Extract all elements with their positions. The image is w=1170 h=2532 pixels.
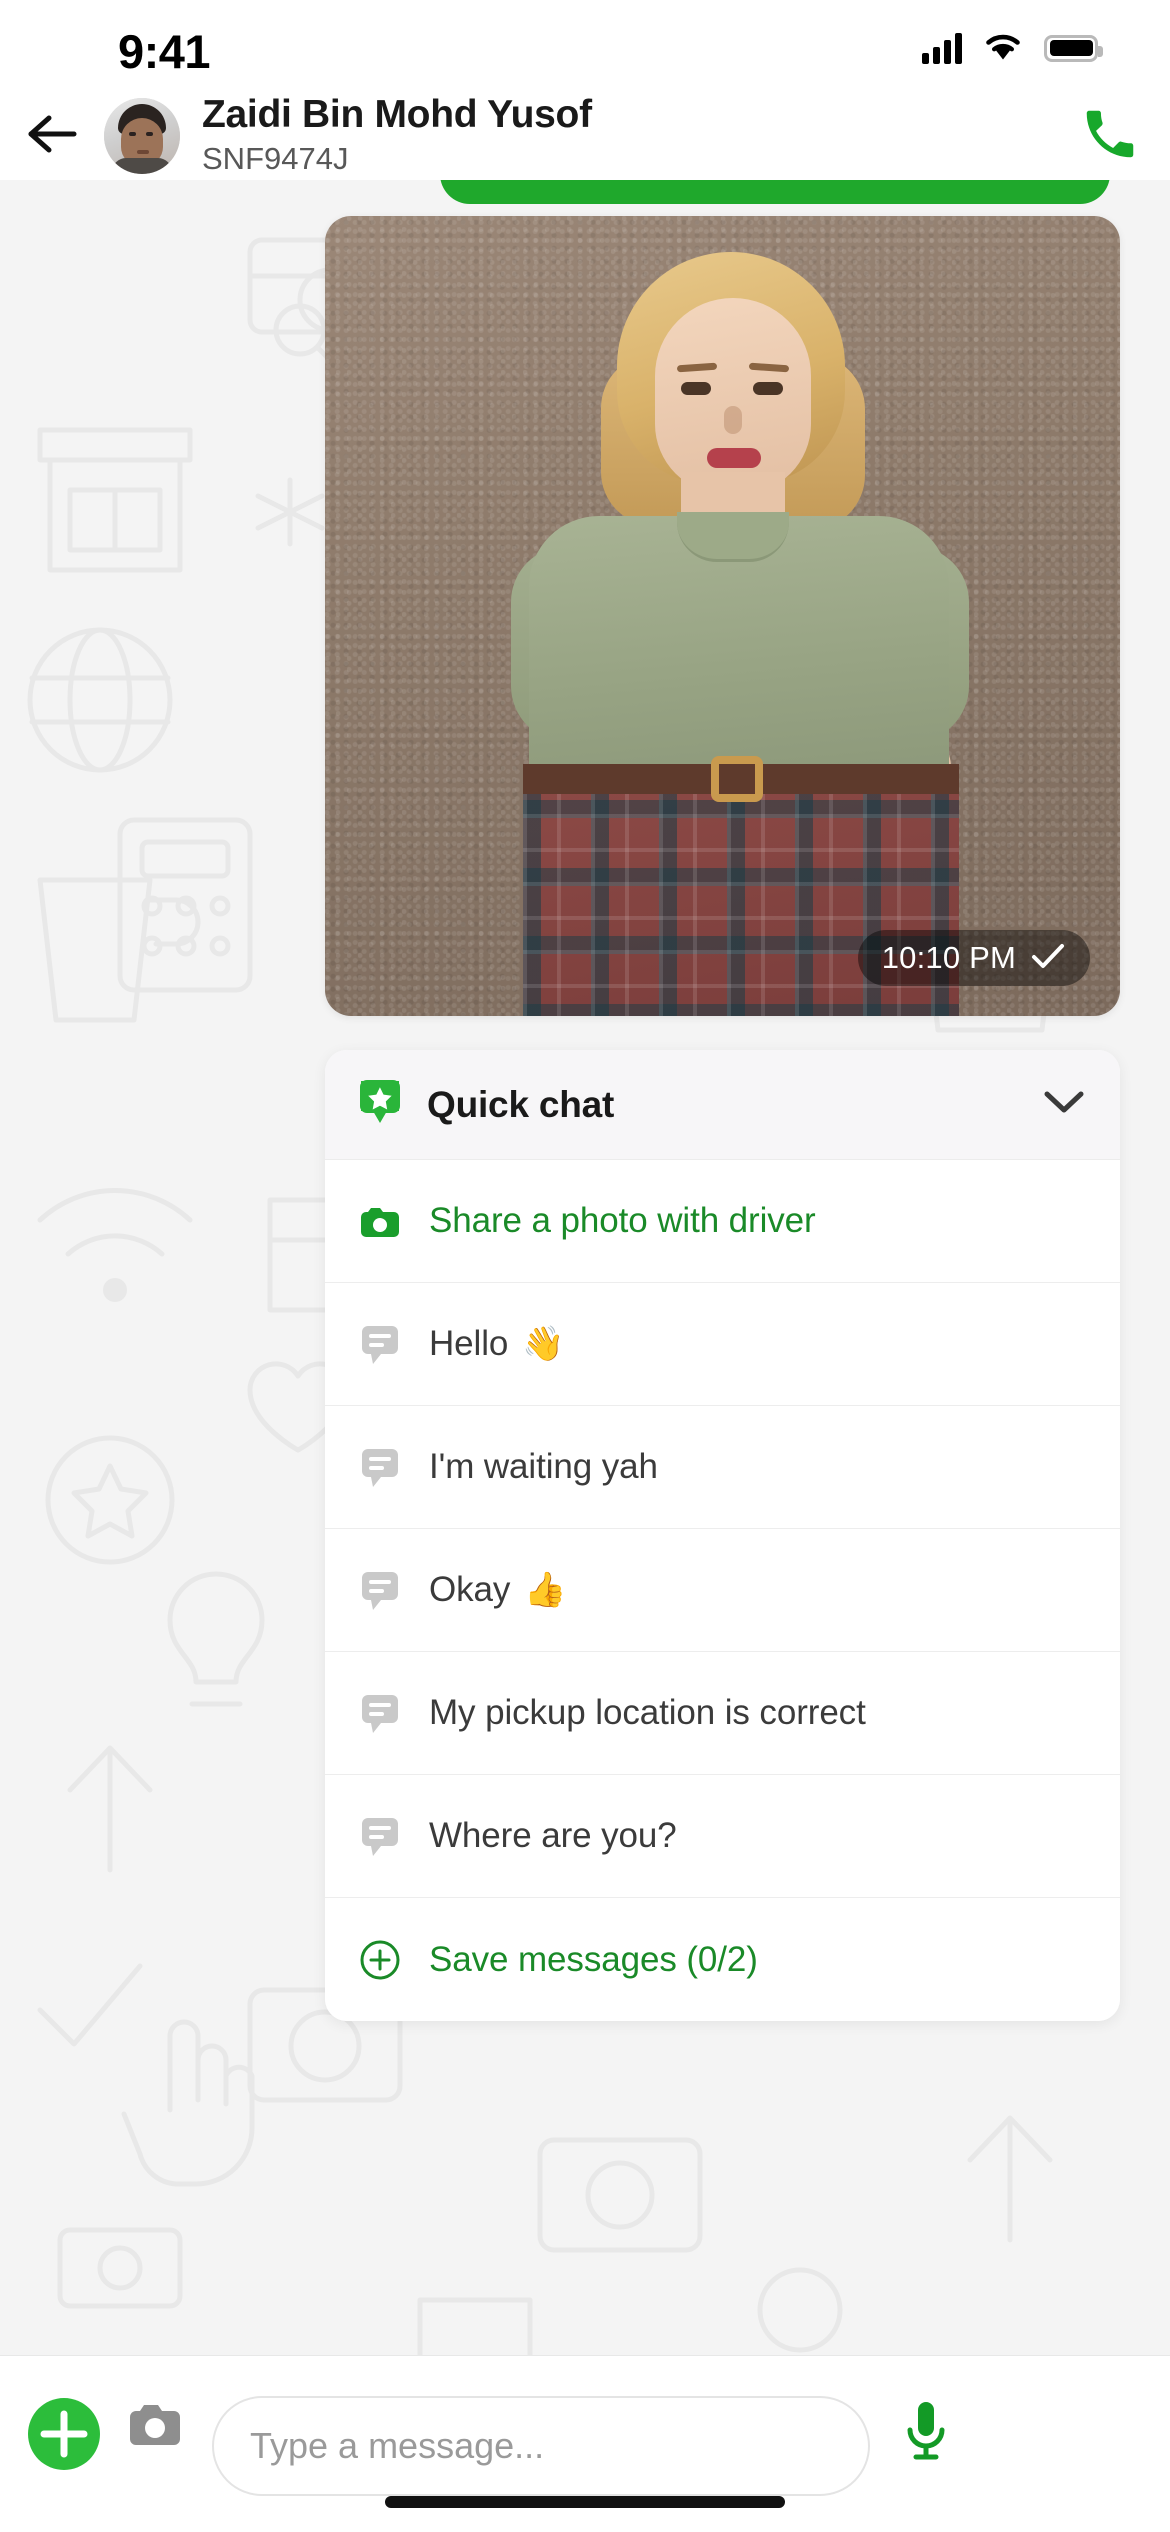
save-messages-label: Save messages (0/2) — [429, 1939, 758, 1979]
signal-bars-icon — [922, 32, 962, 64]
message-input[interactable] — [250, 2425, 832, 2467]
phone-call-icon — [1079, 103, 1141, 170]
back-button[interactable] — [0, 92, 104, 180]
attach-button[interactable] — [26, 2396, 102, 2477]
quick-chat-item-label: My pickup location is correct — [429, 1693, 866, 1732]
status-bar-icons — [922, 28, 1103, 68]
message-timestamp: 10:10 PM — [881, 940, 1016, 975]
quick-chat-item-where-are-you[interactable]: Where are you? — [325, 1775, 1120, 1898]
quick-chat-item-label: Where are you? — [429, 1816, 677, 1855]
message-bubble-icon — [357, 1568, 403, 1612]
quick-chat-item-share-photo[interactable]: Share a photo with driver — [325, 1160, 1120, 1283]
quick-chat-item-hello[interactable]: Hello 👋 — [325, 1283, 1120, 1406]
avatar[interactable] — [104, 98, 180, 174]
shared-photo — [325, 216, 1120, 1016]
status-bar: 9:41 — [0, 0, 1170, 92]
quick-chat-item-label: I'm waiting yah — [429, 1447, 658, 1486]
chevron-down-icon[interactable] — [1042, 1088, 1086, 1121]
message-bubble-icon — [357, 1445, 403, 1489]
message-meta: 10:10 PM — [857, 930, 1090, 986]
contact-info[interactable]: Zaidi Bin Mohd Yusof SNF9474J — [202, 92, 1050, 179]
thumbs-up-emoji: 👍 — [524, 1571, 567, 1609]
message-bubble-icon — [357, 1691, 403, 1735]
plus-circle-icon — [357, 1938, 403, 1982]
camera-button[interactable] — [124, 2396, 186, 2461]
contact-name: Zaidi Bin Mohd Yusof — [202, 92, 592, 136]
home-indicator — [385, 2496, 785, 2508]
quick-chat-item-label: Hello — [429, 1324, 509, 1363]
microphone-icon — [896, 2402, 956, 2468]
message-bubble-icon — [357, 1322, 403, 1366]
quick-chat-star-bubble-icon — [357, 1077, 403, 1132]
quick-chat-header[interactable]: Quick chat — [325, 1050, 1120, 1160]
quick-chat-item-label: Okay — [429, 1570, 511, 1609]
quick-chat-item-label: Share a photo with driver — [429, 1201, 816, 1240]
camera-icon — [357, 1201, 403, 1241]
save-messages-button[interactable]: Save messages (0/2) — [325, 1898, 1120, 2021]
single-check-icon — [1030, 942, 1066, 975]
wifi-icon — [982, 30, 1024, 66]
message-input-wrapper[interactable] — [212, 2396, 870, 2496]
chat-message-area[interactable]: 10:10 PM Quick chat Share a photo with d… — [0, 180, 1170, 2355]
call-button[interactable] — [1050, 92, 1170, 180]
quick-chat-item-pickup-location[interactable]: My pickup location is correct — [325, 1652, 1120, 1775]
outgoing-message-bubble-partial[interactable] — [440, 180, 1110, 204]
battery-full-icon — [1044, 34, 1103, 62]
quick-chat-item-waiting[interactable]: I'm waiting yah — [325, 1406, 1120, 1529]
quick-chat-panel[interactable]: Quick chat Share a photo with driver Hel… — [325, 1050, 1120, 2021]
chat-header: Zaidi Bin Mohd Yusof SNF9474J — [0, 92, 1170, 180]
contact-subtitle: SNF9474J — [202, 140, 349, 176]
message-bubble-icon — [357, 1814, 403, 1858]
status-bar-time: 9:41 — [118, 25, 211, 78]
mic-button[interactable] — [896, 2396, 956, 2469]
quick-chat-item-okay[interactable]: Okay 👍 — [325, 1529, 1120, 1652]
image-message-bubble[interactable]: 10:10 PM — [325, 216, 1120, 1016]
camera-icon — [124, 2405, 186, 2460]
plus-circle-filled-icon — [26, 2398, 102, 2476]
quick-chat-title: Quick chat — [427, 1083, 615, 1125]
back-arrow-icon — [26, 113, 78, 160]
waving-hand-emoji: 👋 — [522, 1325, 565, 1363]
